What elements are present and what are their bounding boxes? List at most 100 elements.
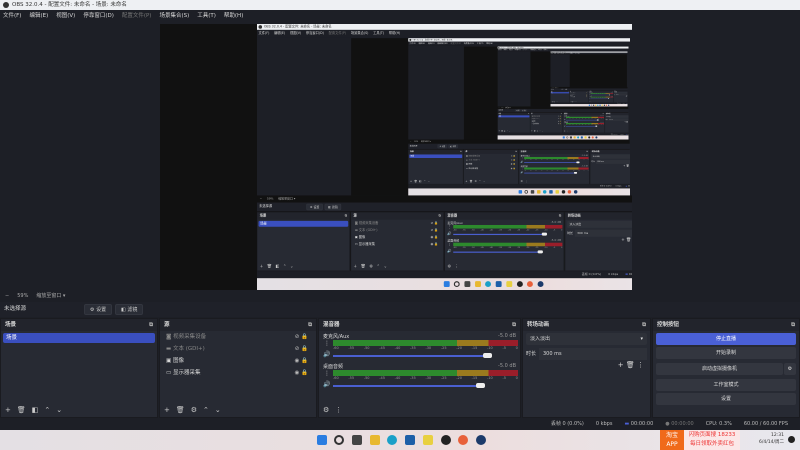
file-explorer-icon[interactable]: [370, 435, 380, 445]
meter-tick: -25: [440, 346, 447, 350]
controls-title: 控制按钮: [657, 322, 680, 328]
duration-input[interactable]: 300 ms: [539, 348, 647, 360]
lock-icon[interactable]: 🔒: [301, 370, 308, 376]
meter-tick: -55: [348, 376, 355, 380]
settings-button[interactable]: 设置: [656, 393, 796, 405]
menu-help[interactable]: 帮助(H): [224, 10, 243, 22]
trash-icon[interactable]: 🗑: [626, 361, 635, 369]
start-virtual-camera-button[interactable]: 启动虚拟摄像机: [656, 363, 783, 375]
gear-icon[interactable]: ⚙: [191, 406, 197, 414]
scenes-title: 场景: [5, 322, 17, 328]
add-icon[interactable]: +: [618, 361, 624, 369]
zoom-mode-dropdown[interactable]: 缩放至窗口 ▾: [36, 290, 65, 302]
menu-file[interactable]: 文件(F): [3, 10, 21, 22]
task-view-icon[interactable]: [352, 435, 362, 445]
clock[interactable]: 12:31 6/4/14/周二: [750, 432, 784, 446]
source-item[interactable]: ▣ 图像 ◉ 🔒: [160, 355, 316, 367]
notification-icon[interactable]: [788, 436, 795, 443]
menu-dots-icon[interactable]: ⋮: [324, 370, 330, 377]
lock-icon[interactable]: 🔒: [301, 358, 308, 364]
studio-mode-button[interactable]: 工作室模式: [656, 379, 796, 391]
menu-dots-icon[interactable]: ⋮: [335, 406, 342, 414]
meter-tick: -35: [410, 346, 416, 350]
scene-item[interactable]: 场景: [3, 333, 155, 343]
zoom-out-button[interactable]: −: [5, 290, 9, 302]
speaker-icon[interactable]: 🔊: [323, 381, 330, 388]
source-name: 显示器采集: [172, 370, 201, 376]
popout-icon[interactable]: ⧉: [512, 319, 516, 331]
settings-label: 设置: [96, 307, 107, 313]
volume-slider-handle[interactable]: [482, 353, 492, 358]
meter-tick: -55: [348, 346, 355, 350]
edge-icon[interactable]: [387, 435, 397, 445]
ad-banner[interactable]: 闪购页面搜 18233 每日领取外卖红包: [684, 430, 740, 450]
eye-icon[interactable]: ◉: [295, 358, 300, 364]
lock-icon[interactable]: 🔒: [301, 346, 308, 352]
steam-icon[interactable]: [476, 435, 486, 445]
source-item[interactable]: ▬ 文本 (GDI+) ⊘ 🔒: [160, 343, 316, 355]
virtual-camera-settings-icon[interactable]: ⚙: [784, 363, 796, 375]
scenes-dock: 场景 ⧉ 场景 + 🗑 ◧ ⌃ ⌄: [0, 318, 158, 418]
start-recording-button[interactable]: 开始录制: [656, 347, 796, 359]
no-source-label: 未选择源: [4, 306, 27, 312]
menu-profile[interactable]: 配置文件(P): [122, 10, 152, 22]
eye-icon[interactable]: ◉: [295, 370, 300, 376]
advanced-audio-icon[interactable]: ⚙: [323, 406, 329, 414]
stop-streaming-button[interactable]: 停止直播: [656, 333, 796, 345]
volume-slider[interactable]: [333, 385, 481, 387]
trash-icon[interactable]: 🗑: [176, 406, 185, 414]
meter-tick: -50: [363, 376, 370, 380]
menu-scene-collection[interactable]: 场景集合(S): [159, 10, 189, 22]
menu-dots-icon[interactable]: ⋮: [324, 340, 330, 347]
transition-select[interactable]: 淡入淡出 ▾: [526, 333, 647, 345]
lock-icon[interactable]: 🔒: [301, 334, 308, 340]
window-title: OBS 32.0.4 - 配置文件: 未命名 - 场景: 未命名: [12, 2, 127, 8]
menu-view[interactable]: 视图(V): [56, 10, 75, 22]
eye-hidden-icon[interactable]: ⊘: [295, 346, 300, 352]
ad-badge[interactable]: 淘宝 APP: [660, 430, 684, 450]
app-icon[interactable]: [458, 435, 468, 445]
down-icon[interactable]: ⌄: [215, 406, 221, 414]
store-icon[interactable]: [405, 435, 415, 445]
source-name: 图像: [172, 358, 184, 364]
search-icon[interactable]: [334, 435, 344, 445]
volume-slider-handle[interactable]: [476, 383, 486, 388]
volume-slider[interactable]: [333, 355, 487, 357]
menu-edit[interactable]: 编辑(E): [29, 10, 48, 22]
popout-icon[interactable]: ⧉: [791, 319, 795, 331]
eye-hidden-icon[interactable]: ⊘: [295, 334, 300, 340]
app-icon[interactable]: [423, 435, 433, 445]
sources-title: 源: [164, 322, 170, 328]
add-icon[interactable]: +: [5, 406, 11, 414]
source-item[interactable]: ▭ 显示器采集 ◉ 🔒: [160, 367, 316, 379]
source-item[interactable]: ◙ 视频采集设备 ⊘ 🔒: [160, 331, 316, 343]
obs-icon[interactable]: [441, 435, 451, 445]
popout-icon[interactable]: ⧉: [149, 319, 153, 331]
menu-dots-icon[interactable]: ⋮: [637, 361, 644, 369]
windows-start-icon[interactable]: [317, 435, 327, 445]
up-icon[interactable]: ⌃: [203, 406, 209, 414]
meter-tick: -10: [487, 346, 493, 350]
source-filters-button[interactable]: ◧ 滤镜: [115, 304, 144, 315]
channel-db: -5.0 dB: [498, 363, 516, 369]
meter-tick: -10: [487, 376, 493, 380]
meter-tick: -15: [471, 346, 478, 350]
popout-icon[interactable]: ⧉: [642, 319, 646, 331]
menu-docks[interactable]: 停靠窗口(D): [83, 10, 114, 22]
trash-icon[interactable]: 🗑: [17, 406, 26, 414]
zoom-value: 59%: [17, 293, 29, 299]
up-icon[interactable]: ⌃: [44, 406, 50, 414]
add-icon[interactable]: +: [164, 406, 170, 414]
down-icon[interactable]: ⌄: [56, 406, 62, 414]
source-settings-button[interactable]: ⚙ 设置: [84, 304, 113, 315]
meter-tick: -25: [440, 376, 447, 380]
popout-icon[interactable]: ⧉: [308, 319, 312, 331]
speaker-icon[interactable]: 🔊: [323, 351, 330, 358]
menu-tools[interactable]: 工具(T): [197, 10, 216, 22]
meter-tick: -45: [379, 376, 385, 380]
preview-area[interactable]: OBS 32.0.4 - 配置文件: 未命名 - 场景: 未命名 文件(F) 编…: [0, 22, 800, 290]
meter-tick: -20: [456, 346, 462, 350]
controls-dock: 控制按钮 ⧉ 停止直播 开始录制 启动虚拟摄像机 ⚙ 工作室模式 设置: [652, 318, 800, 418]
filter-icon[interactable]: ◧: [32, 406, 39, 414]
preview-canvas[interactable]: OBS 32.0.4 - 配置文件: 未命名 - 场景: 未命名 文件(F) 编…: [160, 24, 632, 290]
